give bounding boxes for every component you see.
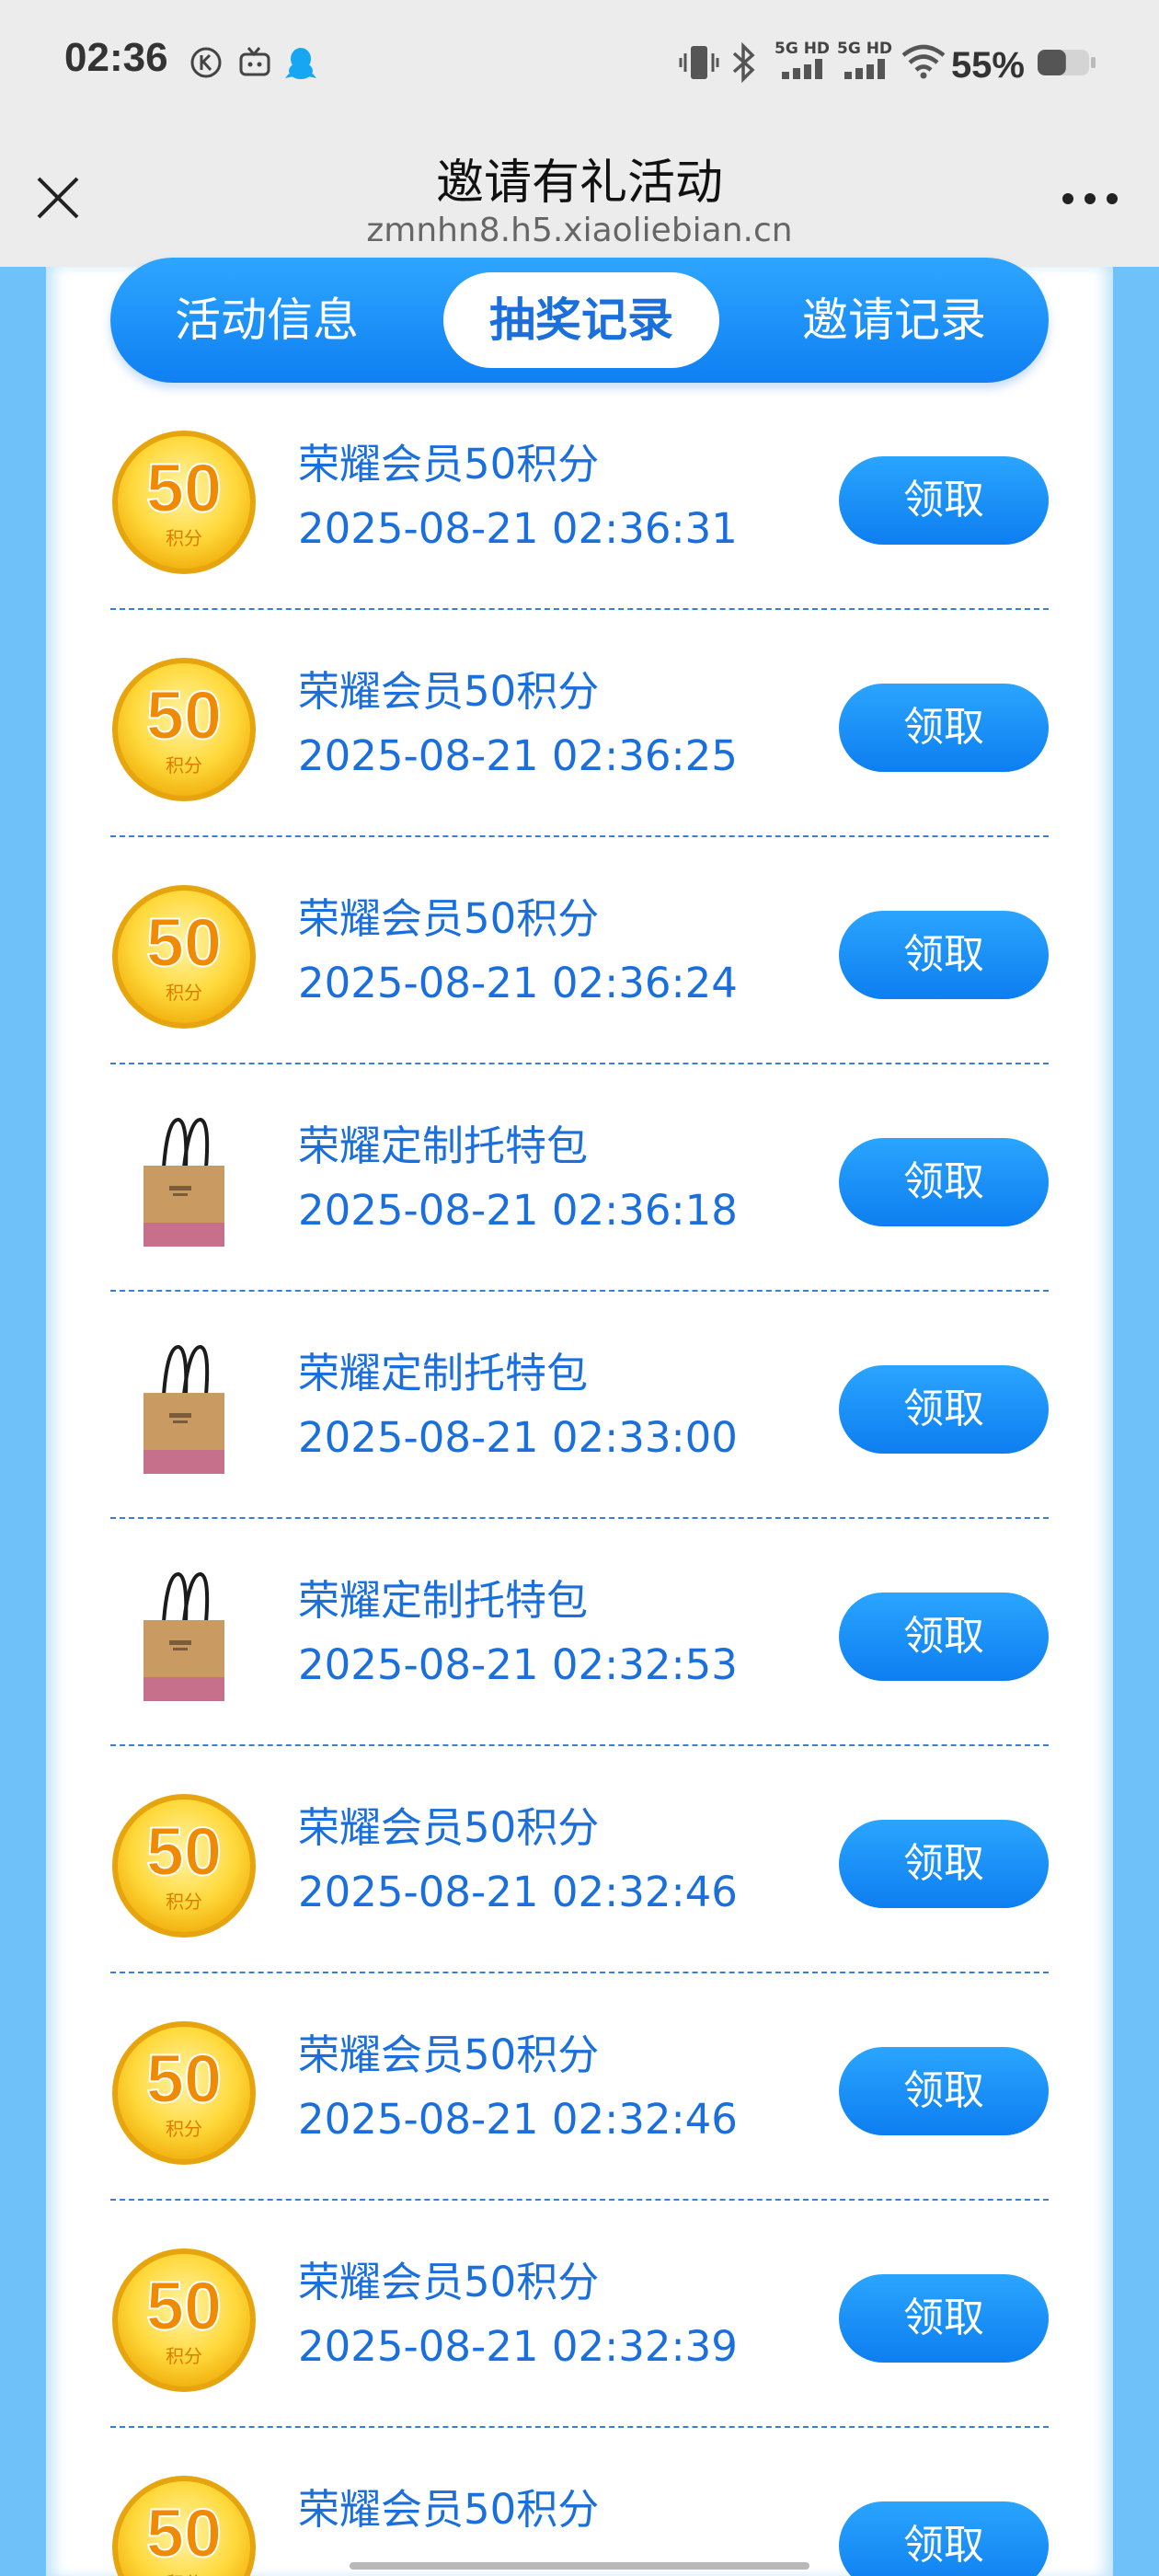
tote-bag-image	[110, 1565, 258, 1712]
prize-name: 荣耀定制托特包	[298, 1121, 589, 1170]
status-bar: 02:36 5G HD 5G HD 55%	[0, 0, 1159, 127]
prize-time: 2025-08-21 02:33:00	[298, 1413, 738, 1462]
signal-icon-2	[843, 59, 889, 83]
prize-name: 荣耀定制托特包	[298, 1349, 589, 1397]
qq-penguin-icon	[285, 46, 316, 85]
record-row: 50 积分 荣耀会员50积分 2025-08-21 02:36:25 领取	[110, 610, 1049, 837]
claim-button[interactable]: 领取	[839, 456, 1049, 545]
prize-name: 荣耀会员50积分	[298, 667, 600, 716]
coin-value: 50	[146, 1813, 222, 1890]
coin-label: 积分	[166, 2572, 202, 2576]
browser-nav-bar: 邀请有礼活动 zmnhn8.h5.xiaoliebian.cn	[0, 127, 1159, 267]
claim-button[interactable]: 领取	[839, 1365, 1049, 1454]
tab-bar: 活动信息 抽奖记录 邀请记录	[110, 258, 1049, 383]
coin-value: 50	[146, 2041, 222, 2117]
record-row: 荣耀定制托特包 2025-08-21 02:36:18 领取	[110, 1064, 1049, 1292]
claim-button[interactable]: 领取	[839, 1593, 1049, 1681]
claim-button[interactable]: 领取	[839, 911, 1049, 999]
claim-button[interactable]: 领取	[839, 684, 1049, 772]
coin-value: 50	[146, 2495, 222, 2571]
k-circle-icon	[189, 46, 223, 83]
coin-label: 积分	[166, 982, 202, 1004]
claim-button[interactable]: 领取	[839, 2274, 1049, 2363]
home-indicator[interactable]	[350, 2562, 809, 2570]
prize-time: 2025-08-21 02:36:31	[298, 504, 738, 553]
coin-value: 50	[146, 450, 222, 526]
claim-button[interactable]: 领取	[839, 1820, 1049, 1908]
page-background: 活动信息 抽奖记录 邀请记录 50 积分 荣耀会员50积分 2025-08-21 …	[0, 258, 1159, 2576]
tv-icon	[237, 46, 272, 83]
points-coin-icon: 50 积分	[110, 656, 258, 803]
claim-button[interactable]: 领取	[839, 1138, 1049, 1226]
record-row: 50 积分 荣耀会员50积分 2025-08-21 02:32:46 领取	[110, 1746, 1049, 1973]
prize-time: 2025-08-21 02:32:39	[298, 2322, 738, 2371]
claim-button[interactable]: 领取	[839, 2047, 1049, 2135]
record-row: 50 积分 荣耀会员50积分 2025-08-21 02:32:39 领取	[110, 2201, 1049, 2428]
prize-name: 荣耀会员50积分	[298, 2485, 600, 2534]
coin-label: 积分	[166, 527, 202, 549]
status-time: 02:36	[64, 35, 168, 80]
points-coin-icon: 50 积分	[110, 1792, 258, 1939]
prize-time: 2025-08-21 02:32:53	[298, 1640, 738, 1689]
more-options-icon[interactable]	[1058, 188, 1122, 210]
record-row: 50 积分 荣耀会员50积分 领取	[110, 2428, 1049, 2576]
wifi-icon	[901, 44, 946, 83]
prize-time: 2025-08-21 02:32:46	[298, 1868, 738, 1916]
prize-name: 荣耀会员50积分	[298, 894, 600, 943]
tote-bag-image	[110, 1338, 258, 1485]
record-row: 50 积分 荣耀会员50积分 2025-08-21 02:32:46 领取	[110, 1973, 1049, 2201]
network-label-2: 5G HD	[837, 40, 893, 58]
record-row: 50 积分 荣耀会员50积分 2025-08-21 02:36:31 领取	[110, 383, 1049, 610]
lottery-record-list: 50 积分 荣耀会员50积分 2025-08-21 02:36:31 领取 50 积…	[110, 383, 1049, 2576]
record-row: 荣耀定制托特包 2025-08-21 02:33:00 领取	[110, 1292, 1049, 1519]
vibrate-icon	[679, 42, 719, 86]
points-coin-icon: 50 积分	[110, 2474, 258, 2576]
network-label-1: 5G HD	[775, 40, 831, 58]
signal-icon	[780, 59, 826, 83]
prize-time: 2025-08-21 02:36:25	[298, 731, 738, 780]
coin-label: 积分	[166, 1891, 202, 1913]
prize-name: 荣耀会员50积分	[298, 2258, 600, 2306]
battery-percent: 55%	[950, 45, 1025, 86]
page-title: 邀请有礼活动	[435, 155, 723, 211]
prize-name: 荣耀会员50积分	[298, 440, 600, 489]
prize-time: 2025-08-21 02:32:46	[298, 2095, 738, 2144]
tab-invite-records[interactable]: 邀请记录	[765, 272, 1023, 368]
points-coin-icon: 50 积分	[110, 2247, 258, 2394]
coin-value: 50	[146, 904, 222, 981]
bluetooth-icon	[729, 41, 760, 86]
page-url: zmnhn8.h5.xiaoliebian.cn	[366, 212, 793, 249]
points-coin-icon: 50 积分	[110, 429, 258, 576]
coin-label: 积分	[166, 754, 202, 776]
battery-icon	[1036, 48, 1096, 81]
points-coin-icon: 50 积分	[110, 2019, 258, 2167]
tote-bag-image	[110, 1110, 258, 1258]
record-row: 荣耀定制托特包 2025-08-21 02:32:53 领取	[110, 1519, 1049, 1746]
prize-name: 荣耀定制托特包	[298, 1576, 589, 1625]
records-card: 活动信息 抽奖记录 邀请记录 50 积分 荣耀会员50积分 2025-08-21 …	[46, 258, 1113, 2576]
coin-value: 50	[146, 2268, 222, 2344]
tab-lottery-records[interactable]: 抽奖记录	[443, 272, 719, 368]
record-row: 50 积分 荣耀会员50积分 2025-08-21 02:36:24 领取	[110, 837, 1049, 1064]
tab-activity-info[interactable]: 活动信息	[138, 272, 396, 368]
points-coin-icon: 50 积分	[110, 883, 258, 1030]
coin-label: 积分	[166, 2345, 202, 2367]
prize-time: 2025-08-21 02:36:18	[298, 1186, 738, 1235]
claim-button[interactable]: 领取	[839, 2501, 1049, 2576]
prize-name: 荣耀会员50积分	[298, 1803, 600, 1852]
coin-label: 积分	[166, 2118, 202, 2140]
coin-value: 50	[146, 677, 222, 753]
prize-time: 2025-08-21 02:36:24	[298, 959, 738, 1007]
prize-name: 荣耀会员50积分	[298, 2030, 600, 2079]
